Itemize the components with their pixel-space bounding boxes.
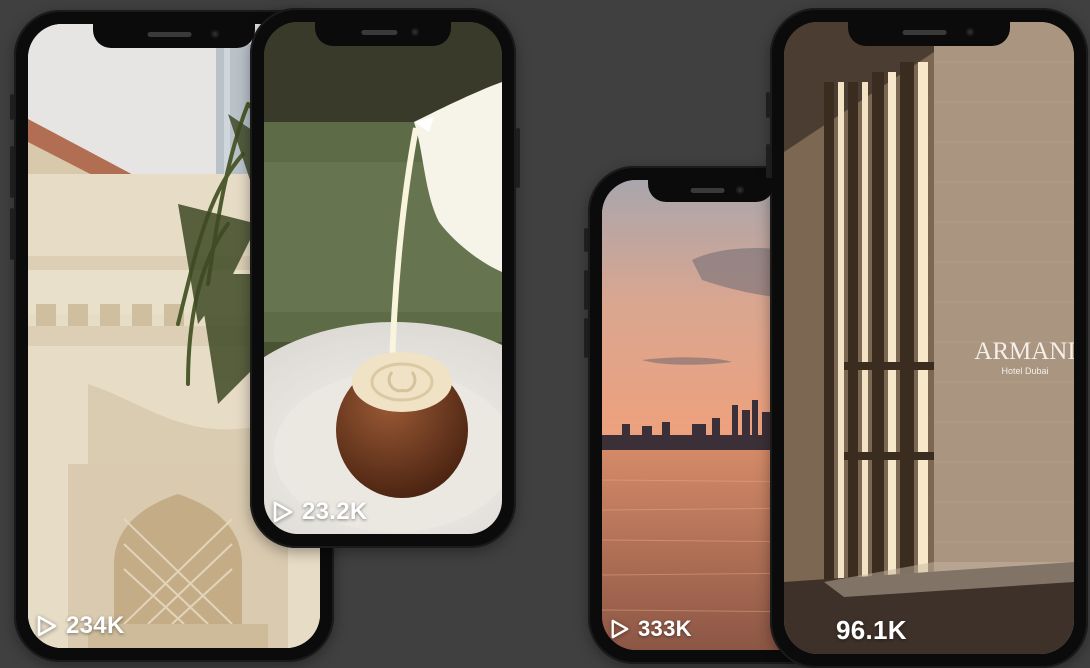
view-count-lobby: 96.1K (836, 615, 907, 646)
phone-notch (648, 178, 774, 202)
phone-notch (93, 22, 255, 48)
front-camera (966, 28, 974, 36)
earpiece-speaker (902, 30, 947, 35)
play-icon (37, 615, 57, 637)
front-camera (411, 28, 419, 36)
view-count-palace: 234K (36, 612, 125, 640)
earpiece-speaker (361, 30, 398, 35)
play-icon (273, 501, 293, 523)
reel-thumbnail-dessert[interactable] (264, 22, 502, 534)
reel-thumbnail-lobby[interactable]: ARMANI Hotel Dubai (784, 22, 1074, 654)
armani-sign-brand: ARMANI (974, 338, 1074, 365)
volume-down-button (10, 208, 14, 260)
view-count-label: 96.1K (836, 615, 907, 645)
view-count-sunset: 333K (610, 616, 692, 642)
phone-notch (848, 20, 1010, 46)
volume-up-button (10, 146, 14, 198)
earpiece-speaker (147, 32, 192, 37)
view-count-label: 333K (638, 616, 692, 641)
play-icon (611, 619, 629, 639)
mute-switch (766, 92, 770, 118)
volume-up-button (584, 270, 588, 310)
mute-switch (584, 228, 588, 252)
mute-switch (10, 94, 14, 120)
phone-frame-lobby: ARMANI Hotel Dubai 96.1K (766, 8, 1088, 668)
phone-frame-dessert: 23.2K (250, 8, 520, 548)
view-count-label: 23.2K (302, 498, 368, 525)
dessert-scene (264, 22, 502, 534)
armani-sign-sub: Hotel Dubai (1001, 366, 1049, 376)
view-count-label: 234K (66, 612, 125, 639)
phone-notch (315, 20, 451, 46)
volume-down-button (584, 318, 588, 358)
front-camera (736, 186, 744, 194)
power-button (516, 128, 520, 188)
front-camera (211, 30, 219, 38)
earpiece-speaker (690, 188, 725, 193)
armani-hotel-sign: ARMANI Hotel Dubai (970, 338, 1074, 376)
view-count-dessert: 23.2K (272, 498, 368, 526)
